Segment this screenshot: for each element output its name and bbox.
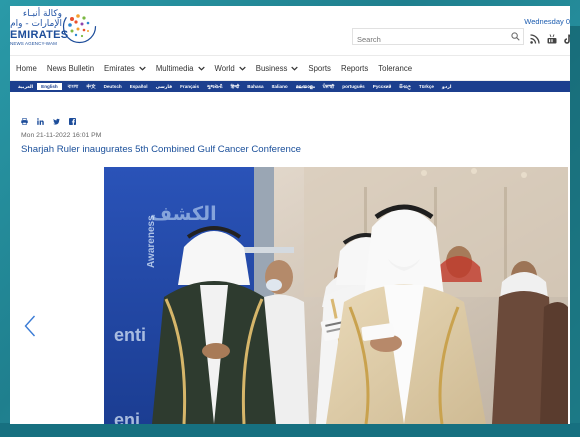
youtube-icon[interactable]: [547, 31, 557, 44]
current-date: Wednesday 0: [524, 17, 570, 26]
search-icon[interactable]: [511, 32, 520, 41]
background-stripe: [0, 423, 580, 437]
nav-item-tolerance[interactable]: Tolerance: [378, 64, 412, 73]
logo-subtitle: NEWS AGENCY-WAM: [10, 41, 57, 46]
site-header: وكالة أنبـاء الإمارات - وام EMIRATES NEW…: [10, 6, 570, 56]
lang-bahasa[interactable]: Bahasa: [243, 83, 267, 90]
search-input[interactable]: [353, 32, 503, 47]
share-toolbar: [21, 112, 76, 126]
print-icon[interactable]: [21, 112, 28, 126]
lang-turkish[interactable]: Türkçe: [415, 83, 438, 90]
lang-urdu[interactable]: اردو: [438, 83, 455, 90]
lang-hindi[interactable]: हिन्दी: [227, 83, 244, 90]
facebook-icon[interactable]: [69, 112, 76, 125]
nav-item-reports[interactable]: Reports: [341, 64, 368, 73]
browser-page: وكالة أنبـاء الإمارات - وام EMIRATES NEW…: [10, 6, 570, 424]
lang-russian[interactable]: Русский: [369, 83, 396, 90]
logo-name: EMIRATES: [10, 29, 69, 41]
search-box: [352, 28, 524, 47]
lang-punjabi[interactable]: ਪੰਜਾਬੀ: [319, 83, 339, 90]
language-bar: العربية English বাংলা 中文 Deutsch Español…: [10, 81, 570, 92]
chevron-down-icon: [239, 66, 246, 71]
nav-item-business[interactable]: Business: [256, 64, 299, 73]
lang-german[interactable]: Deutsch: [100, 83, 126, 90]
article-headline: Sharjah Ruler inaugurates 5th Combined G…: [21, 144, 301, 155]
main-nav: Home News Bulletin Emirates Multimedia W…: [10, 56, 570, 81]
photo-banner-awareness: Awareness: [146, 215, 157, 268]
social-links: [530, 31, 570, 44]
lang-bangla[interactable]: বাংলা: [64, 83, 83, 90]
twitter-icon[interactable]: [53, 112, 60, 125]
lang-arabic[interactable]: العربية: [14, 83, 37, 90]
nav-item-home[interactable]: Home: [16, 64, 37, 73]
tiktok-icon[interactable]: [564, 31, 570, 44]
chevron-down-icon: [139, 66, 146, 71]
article-timestamp: Mon 21-11-2022 16:01 PM: [21, 132, 102, 139]
linkedin-icon[interactable]: [37, 112, 44, 125]
photo-banner-text: eni: [114, 410, 141, 424]
logo-dots-icon: [62, 9, 97, 44]
nav-item-news-bulletin[interactable]: News Bulletin: [47, 64, 94, 73]
nav-item-sports[interactable]: Sports: [308, 64, 331, 73]
lang-gujarati[interactable]: ગુજરાતી: [203, 83, 227, 90]
lang-malayalam[interactable]: മലയാളം: [292, 83, 319, 90]
chevron-down-icon: [291, 66, 299, 71]
lang-portuguese[interactable]: português: [338, 83, 368, 90]
lang-french[interactable]: Français: [176, 83, 203, 90]
lang-english[interactable]: English: [37, 83, 62, 90]
lang-sinhala[interactable]: සිංහල: [395, 83, 415, 90]
lang-spanish[interactable]: Español: [126, 83, 152, 90]
nav-item-emirates[interactable]: Emirates: [104, 64, 146, 73]
photo-banner-arabic: الكشف: [150, 203, 217, 225]
nav-item-world[interactable]: World: [215, 64, 246, 73]
logo-arabic: وكالة أنبـاء الإمارات - وام: [10, 9, 62, 29]
lang-chinese[interactable]: 中文: [82, 83, 99, 90]
lang-persian[interactable]: فارسی: [152, 83, 177, 90]
rss-icon[interactable]: [530, 31, 540, 44]
lang-italian[interactable]: Italiano: [268, 83, 292, 90]
nav-item-multimedia[interactable]: Multimedia: [156, 64, 205, 73]
chevron-left-icon[interactable]: [24, 315, 36, 337]
photo-banner-text: enti: [114, 325, 147, 345]
chevron-down-icon: [197, 66, 205, 71]
